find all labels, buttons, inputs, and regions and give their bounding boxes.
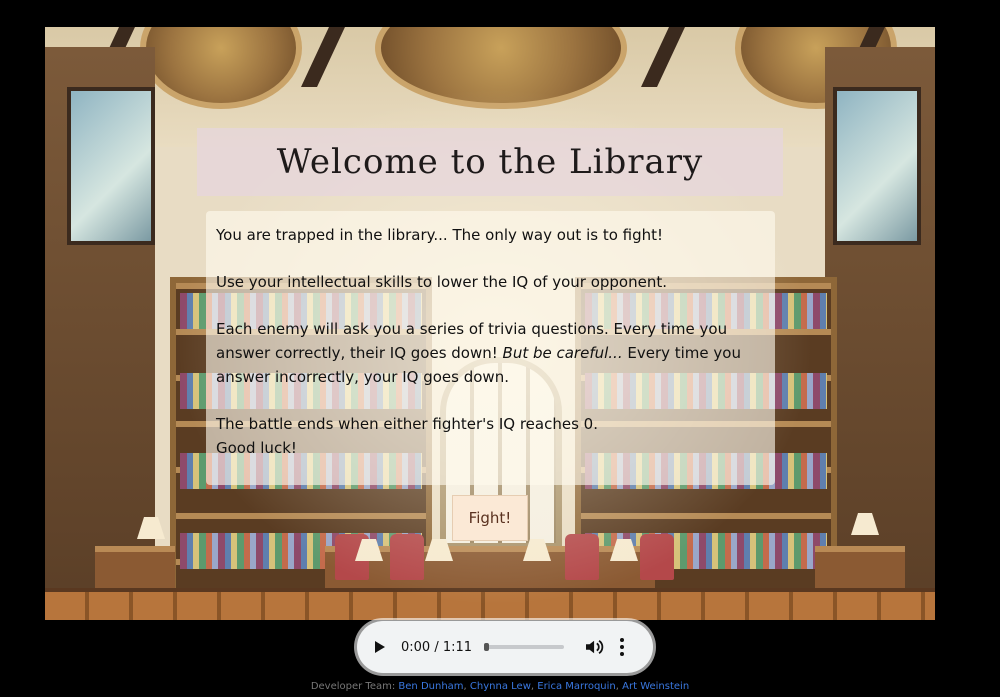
audio-progress-slider[interactable]: [484, 643, 565, 651]
intro-text: You are trapped in the library... The on…: [216, 226, 664, 244]
warning-text: But be careful...: [502, 344, 623, 362]
intro-text: Use your intellectual skills to lower th…: [216, 273, 667, 291]
instructions-panel: You are trapped in the library... The on…: [206, 211, 775, 485]
credit-link[interactable]: Erica Marroquin: [537, 681, 616, 692]
audio-time: 0:00 / 1:11: [401, 639, 473, 655]
volume-icon[interactable]: [584, 638, 606, 656]
credit-link[interactable]: Chynna Lew: [470, 681, 531, 692]
right-wall: [825, 47, 935, 607]
audio-player[interactable]: 0:00 / 1:11: [357, 621, 653, 673]
credit-link[interactable]: Ben Dunham: [398, 681, 463, 692]
more-options-icon[interactable]: [620, 638, 625, 656]
credits: Developer Team: Ben Dunham, Chynna Lew, …: [310, 681, 690, 692]
stained-glass-window: [833, 87, 921, 245]
credits-label: Developer Team:: [310, 681, 396, 692]
left-wall: [45, 47, 155, 607]
rules-text: Each enemy will ask you a series of triv…: [216, 320, 741, 386]
title-banner: Welcome to the Library: [197, 128, 783, 196]
play-icon[interactable]: [375, 641, 385, 653]
credit-link[interactable]: Art Weinstein: [622, 681, 689, 692]
page-title: Welcome to the Library: [276, 142, 704, 182]
reading-table: [815, 546, 905, 592]
fight-button[interactable]: Fight!: [452, 495, 528, 541]
stained-glass-window: [67, 87, 155, 245]
reading-table: [95, 546, 175, 592]
ending-text: The battle ends when either fighter's IQ…: [216, 415, 598, 457]
